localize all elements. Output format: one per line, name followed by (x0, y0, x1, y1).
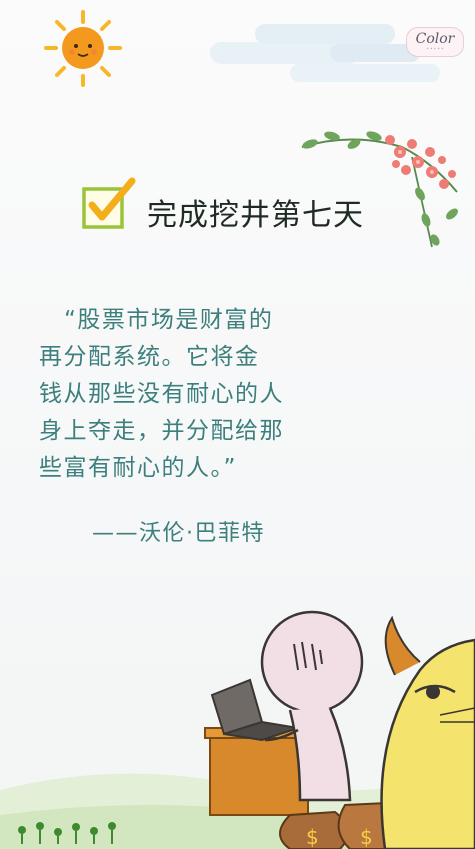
quote-line: 再分配系统。它将金 (39, 344, 260, 370)
checkbox-checked-icon (82, 177, 136, 229)
brand-logo: Color (415, 31, 455, 47)
quote-line: 些富有耐心的人。” (39, 455, 237, 481)
cloud-shape (290, 64, 440, 82)
quote-block: “股票市场是财富的 再分配系统。它将金 钱从那些没有耐心的人 身上夺走，并分配给… (39, 302, 339, 487)
bottom-illustration: $ $ (0, 610, 475, 849)
quote-author: ——沃伦·巴菲特 (92, 521, 265, 546)
page-title: 完成挖井第七天 (147, 198, 364, 233)
flower-branch-icon (301, 131, 458, 248)
quote-line: “股票市场是财富的 (64, 307, 274, 333)
cloud-shape (255, 24, 395, 44)
quote-line: 身上夺走，并分配给那 (39, 418, 284, 444)
brand-tagline: • • • • • (426, 46, 444, 51)
quote-line: 钱从那些没有耐心的人 (39, 381, 284, 407)
svg-text:$: $ (360, 825, 373, 849)
svg-text:$: $ (306, 825, 319, 849)
brand-badge: Color • • • • • (406, 27, 464, 57)
sun-icon (44, 10, 122, 87)
